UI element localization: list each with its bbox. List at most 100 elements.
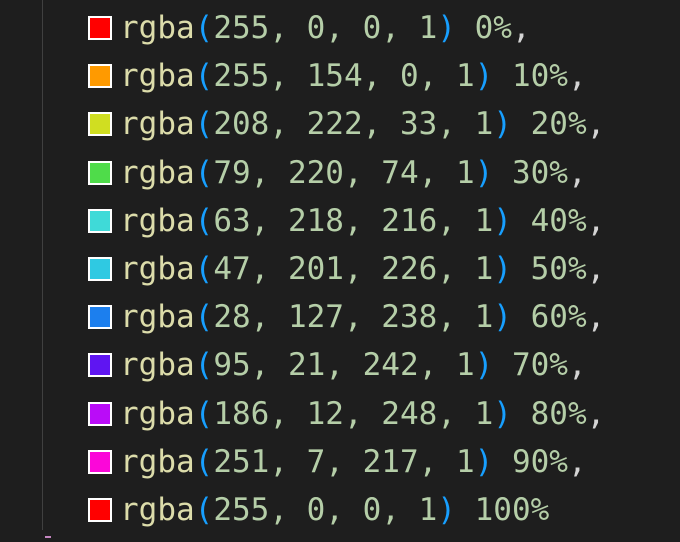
color-swatch[interactable] — [88, 401, 112, 426]
code-line[interactable]: rgba ( 186, 12, 248, 1 ) 80% , — [88, 390, 605, 438]
close-paren: ) — [493, 202, 512, 239]
function-name: rgba — [120, 443, 195, 480]
color-swatch[interactable] — [88, 16, 112, 41]
color-args: 63, 218, 216, 1 — [213, 202, 494, 239]
color-stop: 100% — [474, 491, 550, 528]
color-swatch[interactable] — [88, 208, 112, 233]
color-swatch[interactable] — [88, 64, 112, 89]
color-stop: 0% — [474, 10, 512, 47]
color-stop: 90% — [511, 443, 568, 480]
code-line[interactable]: rgba ( 251, 7, 217, 1 ) 90% , — [88, 438, 605, 486]
close-paren: ) — [437, 10, 456, 47]
trailing-comma: , — [567, 347, 587, 384]
color-stop: 50% — [530, 251, 587, 288]
color-swatch[interactable] — [88, 257, 112, 282]
code-editor[interactable]: rgba ( 255, 0, 0, 1 ) 0% , rgba ( 255, 1… — [0, 0, 680, 542]
function-name: rgba — [120, 154, 195, 191]
close-paren: ) — [493, 251, 512, 288]
color-stop: 10% — [511, 58, 568, 95]
code-line[interactable]: rgba ( 79, 220, 74, 1 ) 30% , — [88, 149, 605, 197]
function-name: rgba — [120, 10, 195, 47]
open-paren: ( — [194, 202, 214, 239]
close-paren: ) — [493, 299, 512, 336]
color-swatch[interactable] — [88, 112, 112, 137]
trailing-comma: , — [586, 395, 606, 432]
open-paren: ( — [194, 58, 214, 95]
code-line[interactable]: rgba ( 63, 218, 216, 1 ) 40% , — [88, 197, 605, 245]
color-stop: 30% — [511, 154, 568, 191]
color-args: 28, 127, 238, 1 — [213, 299, 494, 336]
code-lines: rgba ( 255, 0, 0, 1 ) 0% , rgba ( 255, 1… — [88, 4, 605, 534]
color-args: 255, 0, 0, 1 — [213, 10, 438, 47]
function-name: rgba — [120, 251, 195, 288]
code-line[interactable]: rgba ( 255, 154, 0, 1 ) 10% , — [88, 52, 605, 100]
color-args: 95, 21, 242, 1 — [213, 347, 475, 384]
color-args: 47, 201, 226, 1 — [213, 251, 494, 288]
function-name: rgba — [120, 395, 195, 432]
code-line[interactable]: rgba ( 255, 0, 0, 1 ) 0% , — [88, 4, 605, 52]
color-args: 186, 12, 248, 1 — [213, 395, 494, 432]
code-line[interactable]: rgba ( 47, 201, 226, 1 ) 50% , — [88, 245, 605, 293]
trailing-comma: , — [567, 58, 587, 95]
color-swatch[interactable] — [88, 449, 112, 474]
trailing-comma: , — [586, 299, 606, 336]
code-line[interactable]: rgba ( 208, 222, 33, 1 ) 20% , — [88, 100, 605, 148]
open-paren: ( — [194, 10, 214, 47]
code-line[interactable]: rgba ( 95, 21, 242, 1 ) 70% , — [88, 341, 605, 389]
close-paren: ) — [474, 347, 494, 384]
close-paren: ) — [493, 395, 512, 432]
trailing-comma: , — [567, 154, 587, 191]
folding-marker — [45, 536, 51, 538]
close-paren: ) — [474, 58, 494, 95]
indent-guide — [42, 0, 43, 530]
open-paren: ( — [194, 347, 214, 384]
color-stop: 60% — [530, 299, 587, 336]
color-stop: 70% — [511, 347, 568, 384]
color-swatch[interactable] — [88, 497, 112, 522]
close-paren: ) — [437, 491, 456, 528]
trailing-comma: , — [586, 202, 606, 239]
open-paren: ( — [194, 443, 214, 480]
color-swatch[interactable] — [88, 353, 112, 378]
open-paren: ( — [194, 251, 214, 288]
color-args: 251, 7, 217, 1 — [213, 443, 475, 480]
color-stop: 80% — [530, 395, 587, 432]
color-args: 255, 154, 0, 1 — [213, 58, 475, 95]
open-paren: ( — [194, 299, 214, 336]
color-args: 79, 220, 74, 1 — [213, 154, 475, 191]
open-paren: ( — [194, 491, 214, 528]
color-args: 255, 0, 0, 1 — [213, 491, 438, 528]
function-name: rgba — [120, 347, 195, 384]
function-name: rgba — [120, 58, 195, 95]
close-paren: ) — [493, 106, 512, 143]
color-stop: 20% — [530, 106, 587, 143]
function-name: rgba — [120, 106, 195, 143]
color-args: 208, 222, 33, 1 — [213, 106, 494, 143]
trailing-comma: , — [586, 251, 606, 288]
color-swatch[interactable] — [88, 160, 112, 185]
function-name: rgba — [120, 202, 195, 239]
open-paren: ( — [194, 395, 214, 432]
code-line[interactable]: rgba ( 28, 127, 238, 1 ) 60% , — [88, 293, 605, 341]
function-name: rgba — [120, 299, 195, 336]
code-line[interactable]: rgba ( 255, 0, 0, 1 ) 100% — [88, 486, 605, 534]
open-paren: ( — [194, 154, 214, 191]
trailing-comma: , — [511, 10, 531, 47]
close-paren: ) — [474, 154, 494, 191]
close-paren: ) — [474, 443, 494, 480]
color-swatch[interactable] — [88, 305, 112, 330]
function-name: rgba — [120, 491, 195, 528]
color-stop: 40% — [530, 202, 587, 239]
trailing-comma: , — [586, 106, 606, 143]
